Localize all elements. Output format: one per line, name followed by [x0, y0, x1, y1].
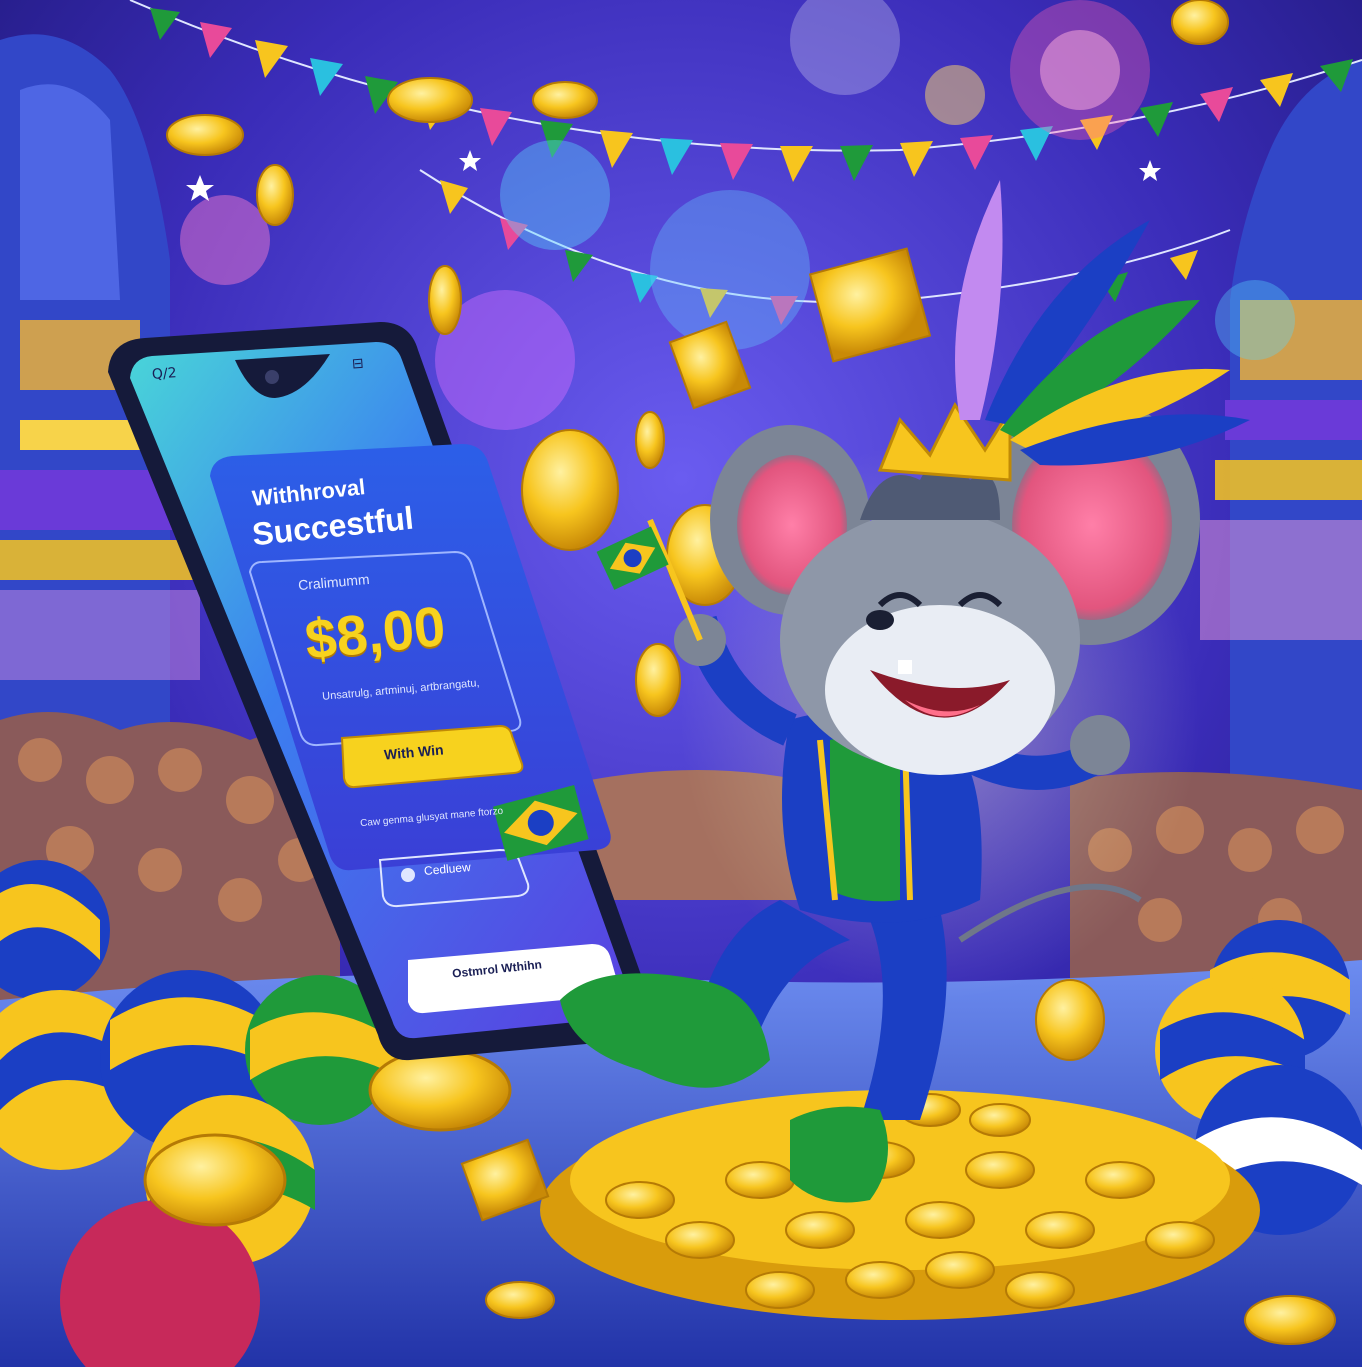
carnival-illustration	[0, 0, 1362, 1367]
